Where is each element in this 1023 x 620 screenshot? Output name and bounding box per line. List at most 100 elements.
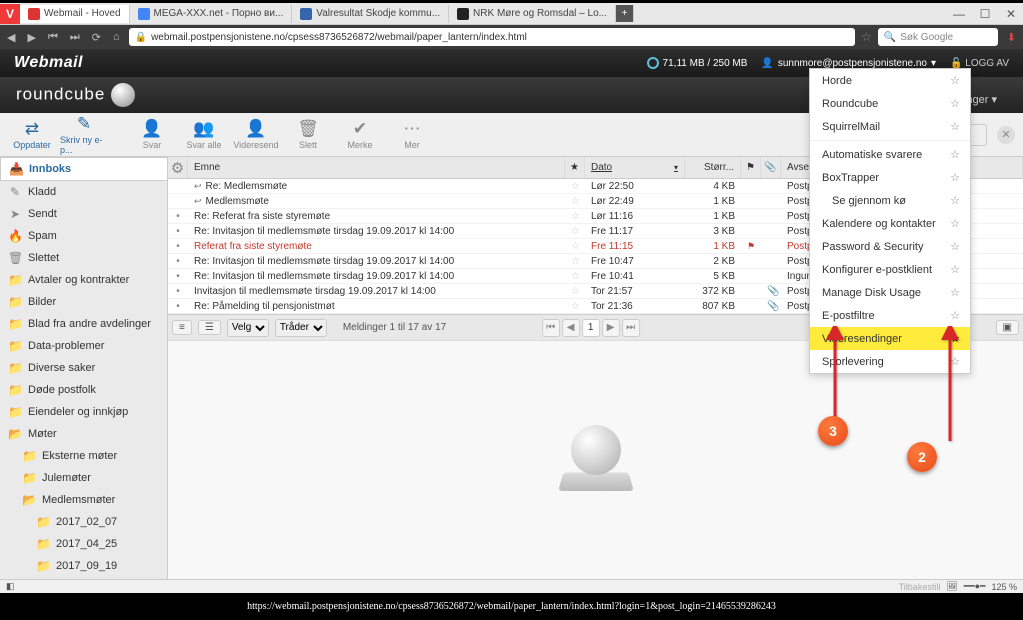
forward-button[interactable]: 👤Videresend (232, 119, 280, 150)
panel-toggle-icon[interactable]: ◧ (6, 581, 15, 592)
folder-item[interactable]: ✎Kladd (0, 181, 167, 203)
next-page-button[interactable]: ▶ (602, 319, 620, 337)
favorite-star-icon[interactable]: ☆ (950, 74, 960, 87)
folder-item[interactable]: 📂Medlemsmøter (0, 489, 167, 511)
tab-webmail[interactable]: Webmail - Hoved (20, 5, 130, 23)
column-flag[interactable]: ⚑ (741, 157, 761, 178)
folder-item[interactable]: 📁Eksterne møter (0, 445, 167, 467)
favorite-star-icon[interactable]: ☆ (950, 217, 960, 230)
tab-nrk[interactable]: NRK Møre og Romsdal – Lo... (449, 5, 616, 23)
reply-button[interactable]: 👤Svar (128, 119, 176, 150)
folder-item[interactable]: 📁2017_09_19 (0, 555, 167, 577)
column-settings-icon[interactable]: ⚙ (168, 157, 188, 178)
delete-button[interactable]: 🗑Slett (284, 119, 332, 150)
favorite-star-icon[interactable]: ☆ (950, 240, 960, 253)
list-mode-icon[interactable]: ≡ (172, 320, 192, 335)
maximize-button[interactable]: ☐ (973, 7, 997, 21)
folder-item[interactable]: 📁Bilder (0, 291, 167, 313)
favorite-star-icon[interactable]: ☆ (950, 286, 960, 299)
favorite-star-icon[interactable]: ☆ (950, 309, 960, 322)
star-icon[interactable]: ☆ (565, 196, 585, 207)
tab-mega[interactable]: MEGA-XXX.net - Порно ви... (130, 5, 293, 23)
last-page-button[interactable]: ⏭ (622, 319, 640, 337)
threads-menu[interactable]: Tråder (275, 319, 327, 337)
favorite-star-icon[interactable]: ☆ (950, 148, 960, 161)
new-tab-button[interactable]: + (616, 5, 634, 22)
minimize-button[interactable]: — (947, 7, 971, 21)
folder-item[interactable]: 📁Diverse saker (0, 357, 167, 379)
reload-button[interactable]: ⟳ (89, 31, 104, 44)
page-number[interactable]: 1 (582, 319, 600, 337)
reset-link[interactable]: Tilbakestill (899, 582, 941, 592)
dropdown-item[interactable]: Kalendere og kontakter☆ (810, 212, 970, 235)
forward-button[interactable]: ▶ (24, 31, 38, 44)
expand-preview-button[interactable]: ▣ (996, 320, 1019, 335)
download-icon[interactable]: ⬇ (1004, 31, 1019, 44)
star-icon[interactable]: ☆ (565, 241, 585, 252)
dropdown-item[interactable]: Horde☆ (810, 69, 970, 92)
dropdown-item[interactable]: Roundcube☆ (810, 92, 970, 115)
rewind-button[interactable]: ⏮ (45, 31, 61, 44)
tab-valresultat[interactable]: Valresultat Skodje kommu... (292, 5, 449, 23)
favorite-star-icon[interactable]: ☆ (950, 97, 960, 110)
prev-page-button[interactable]: ◀ (562, 319, 580, 337)
dropdown-item[interactable]: Password & Security☆ (810, 235, 970, 258)
folder-item[interactable]: 📁Data-problemer (0, 335, 167, 357)
bookmark-icon[interactable]: ☆ (861, 30, 872, 44)
folder-item[interactable]: 📁Blad fra andre avdelinger (0, 313, 167, 335)
dropdown-item[interactable]: BoxTrapper☆ (810, 166, 970, 189)
star-icon[interactable]: ☆ (565, 181, 585, 192)
star-icon[interactable]: ☆ (565, 226, 585, 237)
dropdown-item[interactable]: E-postfiltre☆ (810, 304, 970, 327)
dropdown-item[interactable]: Automatiske svarere☆ (810, 143, 970, 166)
mark-button[interactable]: ✔Merke (336, 119, 384, 150)
star-icon[interactable]: ☆ (565, 286, 585, 297)
column-date[interactable]: Dato ▾ (585, 157, 685, 178)
column-size[interactable]: Størr... (685, 157, 741, 178)
images-toggle-icon[interactable]: 🖼 (946, 581, 957, 592)
select-menu[interactable]: Velg (227, 319, 269, 337)
thread-mode-icon[interactable]: ☰ (198, 320, 221, 335)
folder-item[interactable]: 📁Døde postfolk (0, 379, 167, 401)
first-page-button[interactable]: ⏮ (542, 319, 560, 337)
folder-item[interactable]: 🔥Spam (0, 225, 167, 247)
column-attachment[interactable]: 📎 (761, 157, 781, 178)
back-button[interactable]: ◀ (4, 31, 18, 44)
user-menu[interactable]: 👤 sunnmore@postpensjonistene.no ▾ (761, 58, 936, 69)
folder-item[interactable]: 📁Avtaler og kontrakter (0, 269, 167, 291)
favorite-star-icon[interactable]: ☆ (950, 194, 960, 207)
url-input[interactable]: 🔒webmail.postpensjonistene.no/cpsess8736… (129, 28, 855, 46)
favorite-star-icon[interactable]: ☆ (950, 171, 960, 184)
search-input[interactable]: 🔍Søk Google (878, 28, 998, 46)
dropdown-item[interactable]: Se gjennom kø☆ (810, 189, 970, 212)
folder-item[interactable]: 📁2017_04_25 (0, 533, 167, 555)
star-icon[interactable]: ☆ (565, 271, 585, 282)
dropdown-item[interactable]: Manage Disk Usage☆ (810, 281, 970, 304)
clear-search-button[interactable]: ✕ (997, 126, 1015, 144)
compose-button[interactable]: ✎Skriv ny e-p... (60, 114, 108, 155)
star-icon[interactable]: ☆ (565, 211, 585, 222)
more-button[interactable]: ⋯Mer (388, 119, 436, 150)
replyall-button[interactable]: 👥Svar alle (180, 119, 228, 150)
dropdown-item[interactable]: Konfigurer e-postklient☆ (810, 258, 970, 281)
folder-item[interactable]: 📁Eiendeler og innkjøp (0, 401, 167, 423)
favorite-star-icon[interactable]: ☆ (950, 263, 960, 276)
refresh-button[interactable]: ⇄Oppdater (8, 119, 56, 150)
dropdown-item[interactable]: SquirrelMail☆ (810, 115, 970, 138)
flag-icon[interactable]: ⚑ (741, 241, 761, 252)
folder-item[interactable]: 📥Innboks (0, 157, 167, 181)
folder-item[interactable]: 🗑Slettet (0, 247, 167, 269)
folder-item[interactable]: ➤Sendt (0, 203, 167, 225)
star-icon[interactable]: ☆ (565, 256, 585, 267)
folder-item[interactable]: 📂Møter (0, 423, 167, 445)
favorite-star-icon[interactable]: ☆ (950, 120, 960, 133)
folder-item[interactable]: 📁Julemøter (0, 467, 167, 489)
fastfwd-button[interactable]: ⏭ (67, 31, 83, 44)
close-button[interactable]: ✕ (999, 7, 1023, 21)
home-button[interactable]: ⌂ (110, 31, 123, 43)
folder-item[interactable]: 📁2017_02_07 (0, 511, 167, 533)
column-subject[interactable]: Emne (188, 157, 565, 178)
star-icon[interactable]: ☆ (565, 301, 585, 312)
logout-button[interactable]: 🔓 LOGG AV (950, 58, 1009, 69)
column-star[interactable]: ★ (565, 157, 585, 178)
